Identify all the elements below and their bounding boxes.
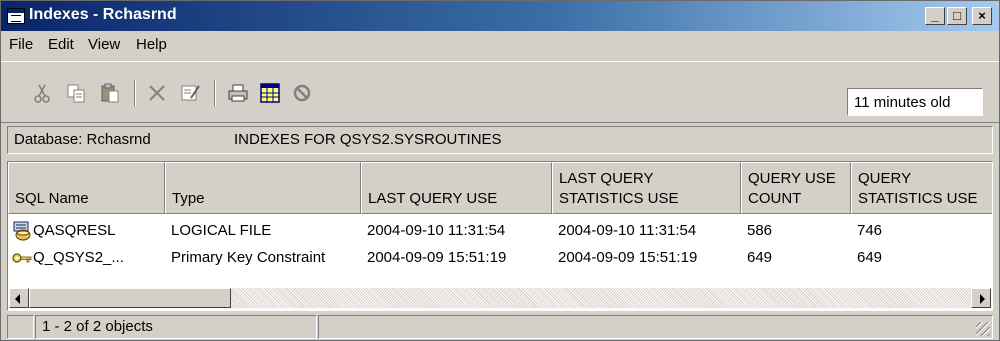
key-icon <box>12 253 32 263</box>
column-header-last-query-statistics-use[interactable]: LAST QUERY STATISTICS USE <box>552 162 741 214</box>
paste-icon[interactable] <box>99 82 121 104</box>
toolbar-separator <box>214 80 216 106</box>
menu-help[interactable]: Help <box>136 36 167 53</box>
database-label: Database: Rchasrnd <box>14 131 151 148</box>
cell-last-query-statistics-use: 2004-09-09 15:51:19 <box>558 249 698 266</box>
toolbar: 11 minutes old <box>1 61 999 123</box>
indexes-list[interactable]: SQL Name Type LAST QUERY USE LAST QUERY … <box>7 161 993 311</box>
close-button[interactable]: × <box>972 7 992 25</box>
header-label: SQL Name <box>15 190 89 207</box>
status-object-count: 1 - 2 of 2 objects <box>35 315 317 339</box>
status-pane-main <box>318 315 993 339</box>
properties-icon[interactable] <box>179 82 201 104</box>
cell-query-statistics-use: 746 <box>857 222 883 239</box>
arrow-left-icon <box>15 294 20 304</box>
header-label: LAST QUERY USE <box>368 190 498 207</box>
cell-last-query-use: 2004-09-09 15:51:19 <box>367 249 507 266</box>
cell-last-query-statistics-use: 2004-09-10 11:31:54 <box>558 222 697 239</box>
window-title: Indexes - Rchasrnd <box>29 6 177 23</box>
resize-grip-icon[interactable] <box>976 322 990 336</box>
column-header-query-use-count[interactable]: QUERY USE COUNT <box>741 162 851 214</box>
header-label: Type <box>172 190 205 207</box>
minimize-button[interactable]: _ <box>925 7 945 25</box>
menu-file[interactable]: File <box>9 36 33 53</box>
menu-edit[interactable]: Edit <box>48 36 74 53</box>
cut-icon[interactable] <box>31 82 53 104</box>
status-pane-empty <box>7 315 34 339</box>
cell-sql-name: QASQRESL <box>33 222 116 239</box>
scroll-left-button[interactable] <box>9 288 29 308</box>
window-icon <box>7 8 25 24</box>
cell-query-use-count: 649 <box>747 249 773 266</box>
title-bar[interactable]: Indexes - Rchasrnd _ □ × <box>1 1 999 31</box>
refresh-age-field: 11 minutes old <box>847 88 983 116</box>
header-label: QUERY USE COUNT <box>748 170 836 207</box>
horizontal-scrollbar[interactable] <box>9 288 991 308</box>
header-label: QUERY STATISTICS USE <box>858 170 978 207</box>
indexes-window: Indexes - Rchasrnd _ □ × File Edit View … <box>0 0 1000 341</box>
delete-icon[interactable] <box>146 82 168 104</box>
column-header-sql-name[interactable]: SQL Name <box>8 162 165 214</box>
menu-bar: File Edit View Help <box>1 32 999 58</box>
print-icon[interactable] <box>227 82 249 104</box>
table-row[interactable]: QASQRESL LOGICAL FILE 2004-09-10 11:31:5… <box>8 219 992 245</box>
cell-type: LOGICAL FILE <box>171 222 272 239</box>
index-icon <box>13 221 31 241</box>
table-icon[interactable] <box>259 82 281 104</box>
cell-query-statistics-use: 649 <box>857 249 883 266</box>
column-header-query-statistics-use[interactable]: QUERY STATISTICS USE <box>851 162 992 214</box>
table-row[interactable]: Q_QSYS2_... Primary Key Constraint 2004-… <box>8 246 992 272</box>
cell-query-use-count: 586 <box>747 222 773 239</box>
arrow-right-icon <box>980 294 985 304</box>
menu-view[interactable]: View <box>88 36 120 53</box>
copy-icon[interactable] <box>65 82 87 104</box>
header-label: LAST QUERY STATISTICS USE <box>559 170 679 207</box>
scroll-right-button[interactable] <box>971 288 991 308</box>
toolbar-separator <box>134 80 136 106</box>
cell-type: Primary Key Constraint <box>171 249 326 266</box>
database-bar: Database: Rchasrnd INDEXES FOR QSYS2.SYS… <box>7 126 993 154</box>
scrollbar-thumb[interactable] <box>29 288 231 308</box>
list-title: INDEXES FOR QSYS2.SYSROUTINES <box>234 131 502 148</box>
column-header-type[interactable]: Type <box>165 162 361 214</box>
stop-icon[interactable] <box>291 82 313 104</box>
cell-last-query-use: 2004-09-10 11:31:54 <box>367 222 506 239</box>
column-header-last-query-use[interactable]: LAST QUERY USE <box>361 162 552 214</box>
maximize-button[interactable]: □ <box>947 7 967 25</box>
cell-sql-name: Q_QSYS2_... <box>33 249 124 266</box>
